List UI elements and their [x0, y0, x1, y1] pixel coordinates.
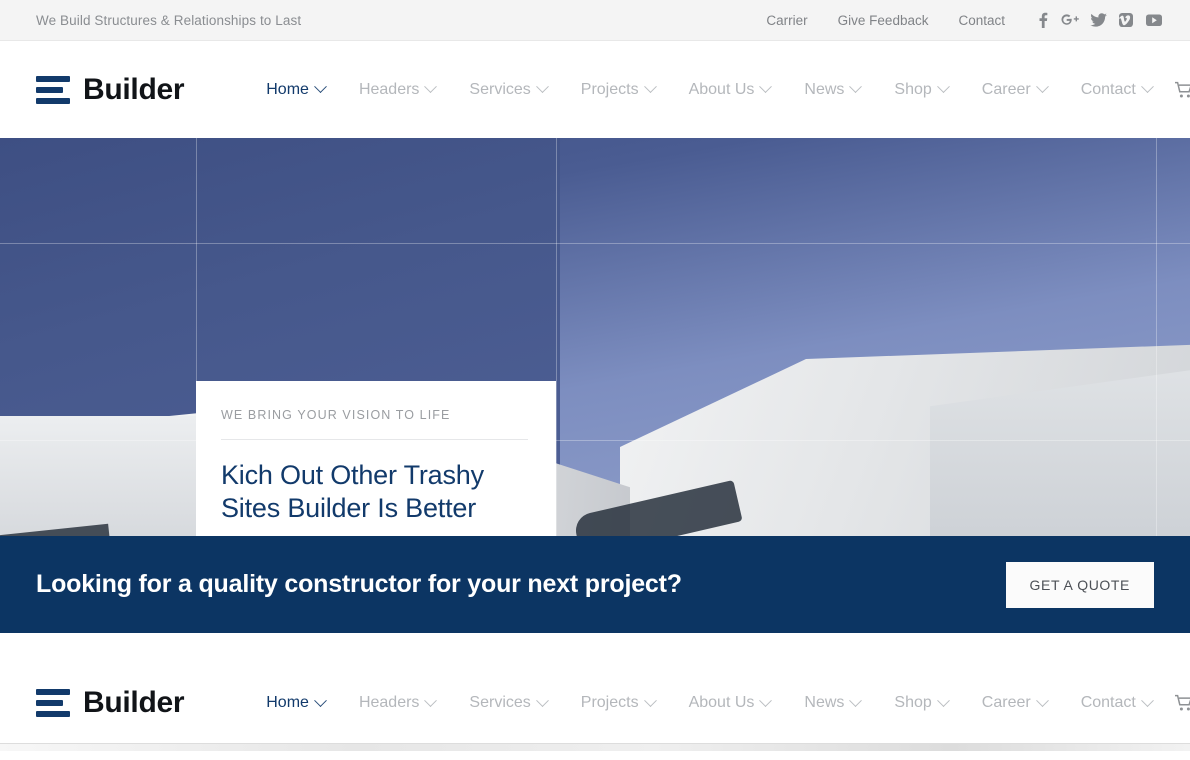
cta-banner: Looking for a quality constructor for yo… [0, 536, 1190, 633]
nav-item-contact[interactable]: Contact [1064, 80, 1169, 99]
nav-item-projects[interactable]: Projects [564, 80, 672, 99]
nav-item-home[interactable]: Home [249, 80, 342, 99]
logo-bars-icon [36, 689, 70, 717]
primary-navigation-secondary: Home Headers Services Projects About Us … [249, 693, 1169, 712]
nav-item-about-us[interactable]: About Us [672, 80, 788, 99]
next-section-preview [0, 743, 1190, 751]
chevron-down-icon [759, 693, 773, 707]
tagline: We Build Structures & Relationships to L… [36, 12, 302, 28]
nav2-item-shop[interactable]: Shop [877, 693, 964, 712]
nav-label: Projects [580, 80, 639, 98]
logo-bars-icon [36, 75, 70, 104]
secondary-header: Builder Home Headers Services Projects A… [0, 663, 1190, 743]
chevron-down-icon [643, 80, 657, 94]
nav-item-news[interactable]: News [787, 80, 877, 99]
chevron-down-icon [314, 693, 327, 707]
chevron-down-icon [849, 80, 863, 94]
nav2-item-news[interactable]: News [787, 693, 877, 712]
nav-label: Home [266, 694, 309, 711]
nav2-item-career[interactable]: Career [965, 693, 1064, 712]
grid-line-vertical-3 [1156, 138, 1157, 536]
chevron-down-icon [936, 80, 950, 94]
nav-label: Home [266, 80, 309, 98]
nav-label: Headers [358, 80, 420, 98]
chevron-down-icon [643, 693, 657, 707]
primary-navigation: Home Headers Services Projects About Us … [249, 80, 1169, 99]
top-bar-right: Carrier Give Feedback Contact [751, 7, 1168, 33]
google-plus-icon[interactable] [1056, 7, 1084, 33]
logo-text: Builder [83, 72, 185, 106]
grid-line-horizontal-2 [0, 440, 1190, 441]
nav-item-shop[interactable]: Shop [877, 80, 964, 99]
nav2-item-home[interactable]: Home [249, 693, 342, 712]
logo[interactable]: Builder [36, 72, 185, 107]
get-a-quote-button[interactable]: GET A QUOTE [1005, 561, 1154, 608]
nav-label: Contact [1080, 80, 1136, 98]
topbar-link-give-feedback[interactable]: Give Feedback [823, 13, 944, 28]
header-icons [1169, 75, 1190, 105]
vimeo-icon[interactable] [1112, 7, 1140, 33]
cart-icon[interactable] [1169, 688, 1190, 718]
chevron-down-icon [535, 693, 549, 707]
logo-text: Builder [83, 686, 185, 719]
chevron-down-icon [1035, 80, 1049, 94]
chevron-down-icon [535, 80, 549, 94]
chevron-down-icon [424, 693, 438, 707]
grid-line-horizontal-1 [0, 243, 1190, 244]
chevron-down-icon [314, 80, 327, 94]
chevron-down-icon [849, 693, 863, 707]
social-links [1028, 7, 1168, 33]
nav-item-career[interactable]: Career [965, 80, 1064, 99]
building-left-upper [0, 416, 220, 536]
nav-label: Contact [1080, 694, 1136, 711]
hero-content-card: WE BRING YOUR VISION TO LIFE Kich Out Ot… [196, 381, 556, 536]
chevron-down-icon [1140, 80, 1154, 94]
hero-eyebrow: WE BRING YOUR VISION TO LIFE [221, 408, 528, 440]
chevron-down-icon [1140, 693, 1154, 707]
nav2-item-about-us[interactable]: About Us [672, 693, 788, 712]
nav-item-services[interactable]: Services [452, 80, 563, 99]
nav-label: Shop [894, 694, 932, 711]
nav-label: Projects [580, 694, 639, 711]
nav2-item-contact[interactable]: Contact [1064, 693, 1169, 712]
facebook-icon[interactable] [1028, 7, 1056, 33]
nav-label: About Us [688, 80, 755, 98]
twitter-icon[interactable] [1084, 7, 1112, 33]
chevron-down-icon [936, 693, 950, 707]
nav-label: News [804, 80, 845, 98]
top-bar: We Build Structures & Relationships to L… [0, 0, 1190, 41]
hero-background-image [0, 138, 1190, 536]
youtube-icon[interactable] [1140, 7, 1168, 33]
nav2-item-services[interactable]: Services [452, 693, 563, 712]
nav-label: News [804, 694, 845, 711]
topbar-link-contact[interactable]: Contact [943, 13, 1020, 28]
chevron-down-icon [1035, 693, 1049, 707]
chevron-down-icon [759, 80, 773, 94]
grid-line-vertical-2 [556, 138, 557, 536]
nav-item-headers[interactable]: Headers [342, 80, 452, 99]
nav-label: Career [981, 80, 1031, 98]
section-spacer [0, 633, 1190, 663]
nav-label: Career [981, 694, 1031, 711]
logo-secondary[interactable]: Builder [36, 686, 185, 720]
nav-label: Services [469, 694, 531, 711]
cart-icon[interactable] [1169, 75, 1190, 105]
main-header: Builder Home Headers Services Projects A… [0, 41, 1190, 138]
nav-label: About Us [688, 694, 755, 711]
nav-label: Services [469, 80, 531, 98]
nav2-item-projects[interactable]: Projects [564, 693, 672, 712]
hero-section: WE BRING YOUR VISION TO LIFE Kich Out Ot… [0, 138, 1190, 536]
nav-label: Headers [358, 694, 420, 711]
hero-title: Kich Out Other Trashy Sites Builder Is B… [221, 460, 484, 524]
nav-label: Shop [894, 80, 932, 98]
header-icons-secondary [1169, 688, 1190, 718]
topbar-link-carrier[interactable]: Carrier [751, 13, 822, 28]
chevron-down-icon [424, 80, 438, 94]
cta-text: Looking for a quality constructor for yo… [36, 570, 682, 598]
nav2-item-headers[interactable]: Headers [342, 693, 452, 712]
